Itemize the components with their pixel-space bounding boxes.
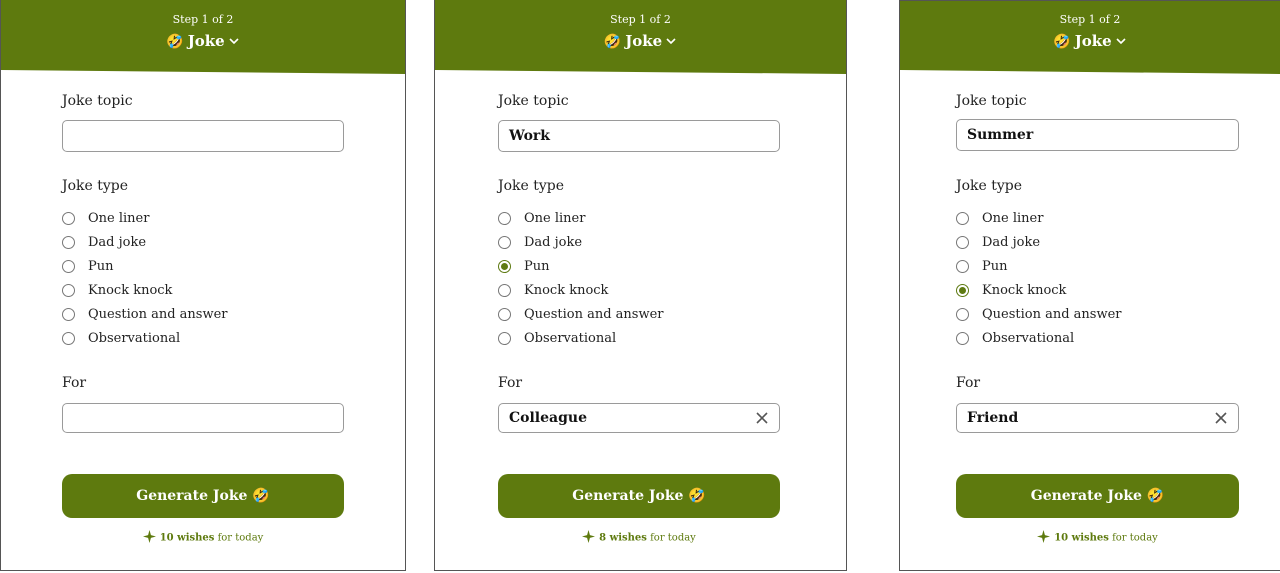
for-input[interactable]	[62, 403, 344, 433]
radio-button[interactable]	[956, 236, 969, 249]
laughing-emoji-icon: 🤣	[166, 34, 184, 50]
radio-button[interactable]	[956, 212, 969, 225]
joke-type-label: Joke type	[498, 178, 565, 194]
generate-joke-button[interactable]: Generate Joke 🤣	[62, 474, 344, 518]
wishes-count: 8 wishes	[599, 532, 647, 544]
wishes-counter: 8 wishes for today	[498, 530, 780, 546]
radio-button[interactable]	[62, 212, 75, 225]
radio-label: Knock knock	[524, 283, 609, 298]
for-input[interactable]: Colleague	[498, 403, 780, 433]
radio-label: Pun	[982, 259, 1008, 274]
wishes-count: 10 wishes	[159, 532, 215, 544]
joke-form-panel-work: Step 1 of 2 🤣 Joke Joke topic Work Joke t…	[434, 0, 847, 571]
category-title: Joke	[187, 32, 225, 50]
radio-button[interactable]	[498, 332, 511, 345]
radio-button[interactable]	[498, 308, 511, 321]
joke-form-panel-summer: Step 1 of 2 🤣 Joke Joke topic Summer Joke…	[899, 0, 1280, 571]
for-label: For	[62, 375, 87, 391]
joke-topic-value: Summer	[967, 127, 1034, 143]
radio-label: Pun	[524, 259, 550, 274]
radio-button[interactable]	[62, 284, 75, 297]
radio-label: Question and answer	[88, 307, 228, 322]
chevron-down-icon	[228, 33, 240, 51]
joke-type-label: Joke type	[62, 178, 129, 194]
joke-topic-value: Work	[509, 128, 550, 144]
sparkle-icon	[142, 530, 156, 546]
for-value: Colleague	[509, 410, 587, 426]
clear-icon[interactable]	[755, 410, 769, 424]
radio-button[interactable]	[62, 332, 75, 345]
radio-button[interactable]	[62, 308, 75, 321]
radio-button[interactable]	[62, 236, 75, 249]
for-input[interactable]: Friend	[956, 403, 1239, 433]
joke-topic-label: Joke topic	[498, 93, 569, 109]
radio-label: Dad joke	[524, 235, 583, 250]
joke-topic-label: Joke topic	[956, 93, 1027, 109]
radio-button[interactable]	[956, 332, 969, 345]
radio-button-selected[interactable]	[498, 260, 511, 273]
radio-label: Observational	[88, 331, 181, 346]
wishes-counter: 10 wishes for today	[956, 530, 1239, 546]
radio-label: Knock knock	[88, 283, 173, 298]
joke-form-panel-empty: Step 1 of 2 🤣 Joke Joke topic Joke type O…	[0, 0, 406, 571]
radio-button[interactable]	[62, 260, 75, 273]
chevron-down-icon	[665, 33, 677, 51]
radio-label: Knock knock	[982, 283, 1067, 298]
step-indicator: Step 1 of 2	[172, 13, 234, 26]
wishes-suffix: for today	[1112, 532, 1158, 544]
for-value: Friend	[967, 410, 1019, 426]
for-label: For	[956, 375, 981, 391]
sparkle-icon	[582, 530, 596, 546]
radio-label: Question and answer	[982, 307, 1122, 322]
joke-topic-label: Joke topic	[62, 93, 133, 109]
radio-label: Observational	[524, 331, 617, 346]
radio-button[interactable]	[498, 284, 511, 297]
wishes-suffix: for today	[217, 532, 264, 544]
radio-label: Dad joke	[982, 235, 1041, 250]
radio-button[interactable]	[498, 212, 511, 225]
category-dropdown[interactable]: 🤣 Joke	[1, 32, 405, 51]
clear-icon[interactable]	[1214, 410, 1228, 424]
radio-label: Pun	[88, 259, 114, 274]
radio-button[interactable]	[956, 260, 969, 273]
joke-type-label: Joke type	[956, 178, 1023, 194]
generate-joke-button[interactable]: Generate Joke 🤣	[956, 474, 1239, 518]
radio-label: Dad joke	[88, 235, 147, 250]
for-label: For	[498, 375, 523, 391]
joke-topic-input[interactable]	[62, 120, 344, 152]
wishes-suffix: for today	[650, 532, 696, 544]
joke-topic-input[interactable]: Work	[498, 120, 780, 152]
radio-button-selected[interactable]	[956, 284, 969, 297]
radio-button[interactable]	[498, 236, 511, 249]
category-dropdown[interactable]: 🤣 Joke	[435, 32, 846, 51]
laughing-emoji-icon: 🤣	[1053, 34, 1071, 50]
chevron-down-icon	[1115, 33, 1127, 51]
laughing-emoji-icon: 🤣	[603, 34, 622, 50]
sparkle-icon	[1037, 530, 1051, 546]
step-indicator: Step 1 of 2	[1059, 13, 1121, 26]
category-dropdown[interactable]: 🤣 Joke	[900, 32, 1280, 51]
category-title: Joke	[625, 32, 663, 50]
radio-label: One liner	[524, 211, 586, 226]
radio-button[interactable]	[956, 308, 969, 321]
radio-label: Question and answer	[524, 307, 664, 322]
radio-label: Observational	[982, 331, 1075, 346]
generate-joke-button[interactable]: Generate Joke 🤣	[498, 474, 780, 518]
radio-label: One liner	[88, 211, 150, 226]
wishes-counter: 10 wishes for today	[62, 530, 344, 546]
step-indicator: Step 1 of 2	[610, 13, 671, 26]
radio-label: One liner	[982, 211, 1044, 226]
category-title: Joke	[1074, 32, 1112, 50]
joke-topic-input[interactable]: Summer	[956, 119, 1239, 151]
wishes-count: 10 wishes	[1054, 532, 1109, 544]
